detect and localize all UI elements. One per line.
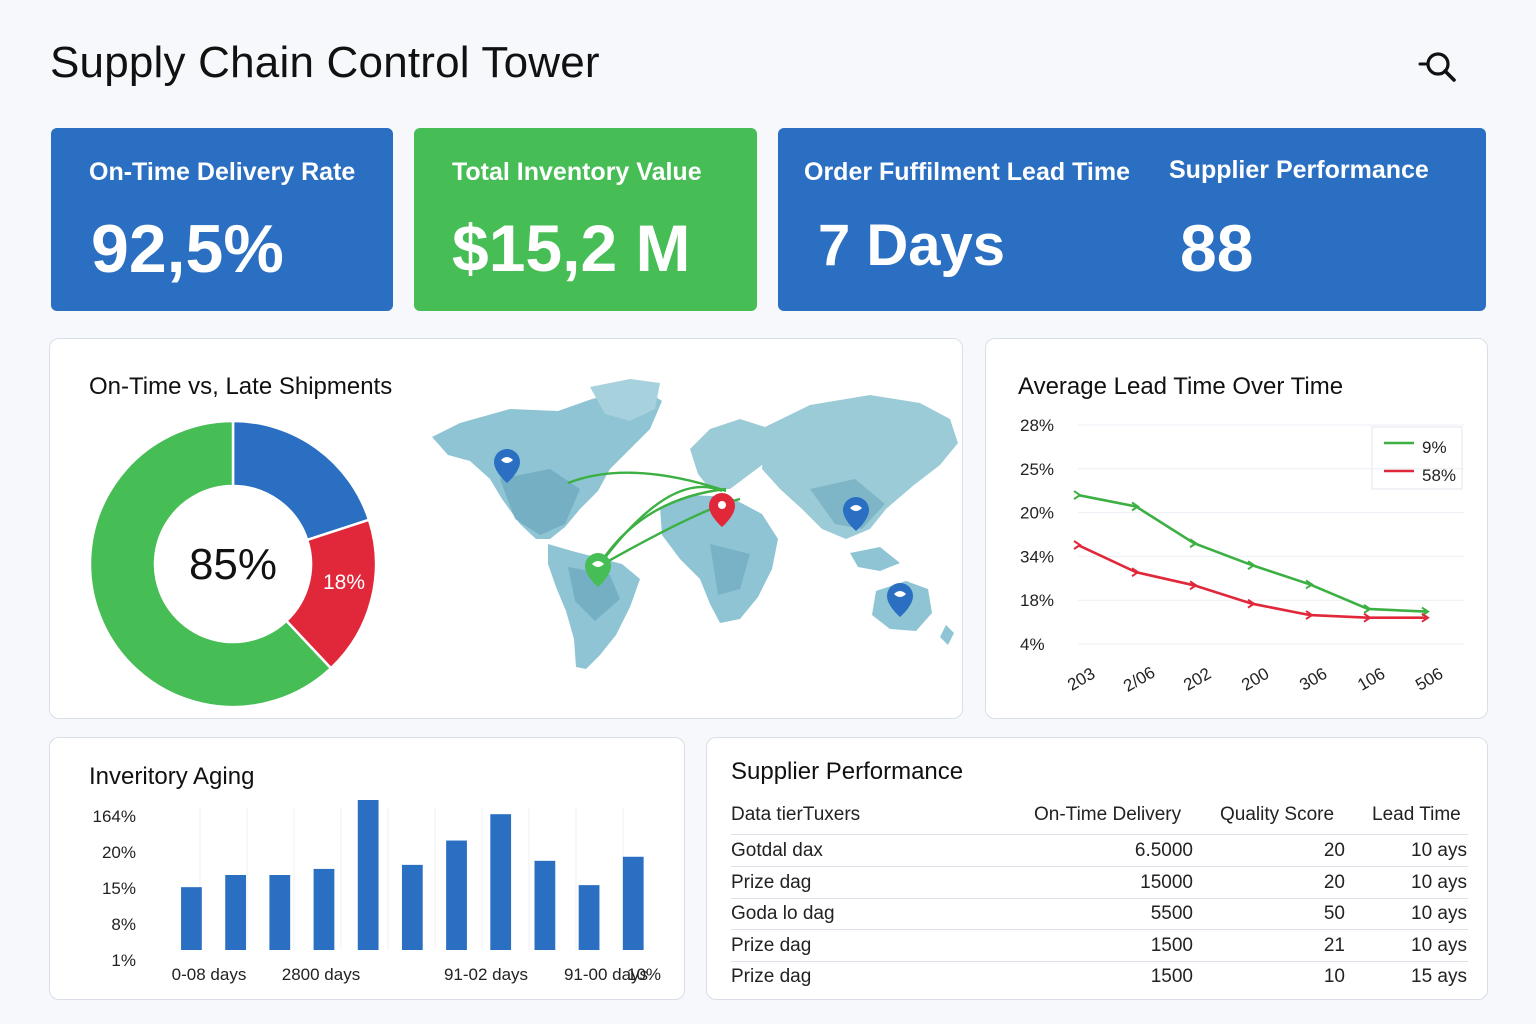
row-divider [731, 866, 1468, 867]
page-title: Supply Chain Control Tower [50, 38, 600, 87]
bar[interactable] [534, 860, 556, 950]
table-cell: 1500 [1150, 966, 1193, 987]
x-tick-label: 2800 days [282, 965, 360, 984]
x-tick-label: 506 [1412, 664, 1446, 695]
table-cell: Prize dag [731, 934, 812, 956]
bar[interactable] [490, 814, 512, 950]
x-tick-label: 91-02 days [444, 965, 528, 984]
row-divider [731, 929, 1468, 930]
kpi-label: Order Fuffilment Lead Time [804, 158, 1130, 186]
lead-time-chart: 9% 58% 28% 25% 20% 34% 18% 4% 203 2/06 202 200 306… [1020, 416, 1464, 696]
bar[interactable] [225, 875, 246, 950]
row-divider [731, 898, 1468, 899]
y-tick-label: 15% [102, 879, 136, 898]
legend: 9% 58% [1371, 426, 1463, 490]
bar[interactable] [578, 885, 600, 950]
kpi-on-time-delivery: On-Time Delivery Rate 92,5% [51, 128, 393, 311]
column-header[interactable]: Quality Score [1220, 804, 1334, 826]
x-tick-label: 0-08 days [172, 965, 247, 984]
table-cell: 21 [1323, 934, 1345, 956]
table-cell: 15000 [1140, 871, 1193, 893]
column-header[interactable]: Data tierTuxers [731, 804, 860, 826]
donut-center-label: 85% [189, 540, 277, 589]
table-cell: 10 ays [1411, 840, 1467, 861]
y-tick-label: 164% [93, 807, 136, 826]
table-cell: Gotdal dax [731, 840, 823, 861]
lead-time-card: Average Lead Time Over Time 9% 58% 28% 25… [985, 338, 1488, 719]
table-cell: 20 [1323, 840, 1345, 861]
table-cell: 10 [1323, 966, 1345, 987]
shipments-card: On-Time vs, Late Shipments 85% 18% [49, 338, 963, 719]
x-tick-label: 200 [1238, 664, 1272, 695]
table-cell: Prize dag [731, 966, 812, 987]
x-tick-label: 202 [1180, 664, 1214, 695]
x-tick-label: 106 [1354, 664, 1388, 695]
table-cell: 6.5000 [1134, 840, 1193, 861]
legend-label-green: 9% [1422, 438, 1447, 457]
table-cell: 1500 [1150, 934, 1193, 956]
y-tick-label: 8% [111, 915, 136, 934]
table-cell: 10 ays [1411, 934, 1467, 956]
bar[interactable] [446, 840, 467, 950]
kpi-lead-supplier: Order Fuffilment Lead Time 7 Days Suppli… [778, 128, 1486, 311]
se-asia-shape [850, 547, 900, 571]
table-cell: 15 ays [1411, 966, 1467, 987]
inventory-aging-chart: 164% 20% 15% 8% 1% 0-08 days 2800 days 91-02 da… [93, 800, 661, 984]
bar[interactable] [313, 868, 335, 950]
late-slice-label: 18% [323, 571, 365, 594]
table-cell: 10 ays [1411, 903, 1467, 924]
table-cell: 5500 [1150, 903, 1193, 924]
y-tick-label: 20% [1020, 504, 1054, 523]
new-zealand-shape [940, 625, 954, 645]
kpi-value: $15,2 M [452, 211, 691, 285]
column-header[interactable]: On-Time Delivery [1034, 804, 1181, 826]
world-map [432, 379, 958, 669]
x-tick-label: 306 [1296, 664, 1330, 695]
kpi-label: Supplier Performance [1169, 156, 1429, 184]
bar[interactable] [401, 864, 423, 950]
y-tick-label: 18% [1020, 591, 1054, 610]
shipments-chart: 85% 18% [88, 379, 958, 709]
table-cell: 20 [1323, 871, 1345, 893]
y-tick-label: 25% [1020, 460, 1054, 479]
table-cell: 10 ays [1411, 871, 1467, 893]
kpi-value: 7 Days [818, 213, 1006, 278]
search-icon[interactable] [1414, 44, 1458, 88]
x-tick-label: 203 [1064, 664, 1098, 695]
kpi-value: 92,5% [91, 211, 284, 287]
kpi-label: Total Inventory Value [452, 158, 702, 186]
series-point [1073, 490, 1082, 500]
donut-slice[interactable] [231, 419, 371, 542]
x-tick-label: 10% [627, 965, 661, 984]
table-cell: Goda lo dag [731, 903, 835, 924]
supplier-table-title: Supplier Performance [731, 758, 964, 785]
bar[interactable] [269, 875, 291, 950]
y-tick-label: 4% [1020, 635, 1045, 654]
x-tick-label: 2/06 [1120, 663, 1158, 696]
column-header[interactable]: Lead Time [1372, 804, 1461, 826]
y-tick-label: 20% [102, 843, 136, 862]
row-divider [731, 834, 1468, 835]
bar[interactable] [181, 887, 202, 950]
row-divider [731, 961, 1468, 962]
y-tick-label: 28% [1020, 416, 1054, 435]
kpi-value: 88 [1180, 211, 1254, 285]
kpi-inventory-value: Total Inventory Value $15,2 M [414, 128, 757, 311]
y-tick-label: 1% [111, 951, 136, 970]
y-tick-label: 34% [1020, 547, 1054, 566]
series-point [1073, 540, 1082, 550]
table-cell: 50 [1323, 903, 1345, 924]
table-cell: Prize dag [731, 871, 812, 893]
bar[interactable] [357, 800, 379, 950]
bar[interactable] [622, 856, 644, 950]
kpi-label: On-Time Delivery Rate [89, 158, 356, 186]
inventory-aging-card: Inveritory Aging 164% 20% 15% 8% 1% 0-08 days… [49, 737, 685, 1000]
